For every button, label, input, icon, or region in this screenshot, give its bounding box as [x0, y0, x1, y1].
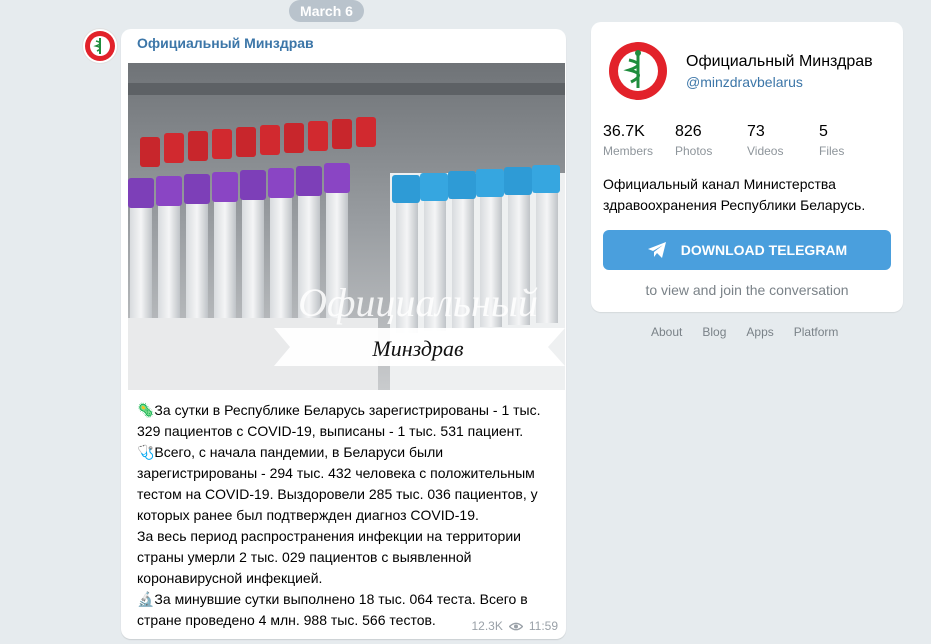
channel-info-card: Официальный Минздрав @minzdravbelarus 36…	[591, 22, 903, 312]
photo-overlay-line2: Минздрав	[371, 336, 464, 361]
stat-value: 826	[675, 123, 702, 140]
stat-label: Files	[819, 144, 845, 158]
message-photo[interactable]: Официальный Минздрав	[128, 63, 565, 390]
stat-members: 36.7K Members	[603, 122, 675, 160]
telegram-plane-icon	[647, 242, 666, 258]
footer-links: About Blog Apps Platform	[651, 325, 858, 339]
footer-link-platform[interactable]: Platform	[794, 325, 839, 339]
download-telegram-label: DOWNLOAD TELEGRAM	[680, 242, 848, 258]
channel-stats: 36.7K Members 826 Photos 73 Videos 5 Fil…	[603, 122, 891, 160]
stat-photos: 826 Photos	[675, 122, 747, 160]
footer-link-apps[interactable]: Apps	[746, 325, 773, 339]
message-paragraph: За весь период распространения инфекции …	[137, 528, 521, 586]
message-time: 11:59	[528, 619, 558, 633]
message-bubble: Официальный Минздрав Официальный Минздра…	[121, 29, 566, 639]
join-hint: to view and join the conversation	[645, 282, 849, 298]
ministry-emblem-icon	[85, 31, 115, 61]
stat-value: 73	[747, 123, 765, 140]
stat-value: 5	[819, 123, 828, 140]
footer-link-about[interactable]: About	[651, 325, 682, 339]
date-pill: March 6	[289, 0, 364, 22]
channel-info-title: Официальный Минздрав	[686, 53, 873, 70]
message-paragraph: 🩺Всего, с начала пандемии, в Беларуси бы…	[137, 444, 538, 523]
message-paragraph: 🦠За сутки в Республике Беларусь зарегист…	[137, 402, 541, 439]
photo-overlay-line1: Официальный	[298, 280, 538, 325]
channel-info-handle[interactable]: @minzdravbelarus	[686, 74, 803, 90]
channel-avatar[interactable]	[82, 28, 118, 64]
channel-info-avatar	[605, 38, 671, 104]
ministry-emblem-icon	[606, 39, 670, 103]
message-text: 🦠За сутки в Республике Беларусь зарегист…	[137, 400, 557, 631]
stat-label: Members	[603, 144, 654, 158]
channel-description: Официальный канал Министерства здравоохр…	[603, 176, 866, 213]
stat-label: Photos	[675, 144, 713, 158]
view-count: 12.3K	[471, 619, 503, 633]
message-channel-name[interactable]: Официальный Минздрав	[137, 35, 314, 51]
footer-link-blog[interactable]: Blog	[702, 325, 726, 339]
download-telegram-button[interactable]: DOWNLOAD TELEGRAM	[603, 230, 891, 270]
eye-icon	[508, 622, 523, 630]
stat-files: 5 Files	[819, 122, 891, 160]
stat-value: 36.7K	[603, 123, 645, 140]
stat-videos: 73 Videos	[747, 122, 819, 160]
message-meta: 12.3K 11:59	[472, 619, 559, 633]
stat-label: Videos	[747, 144, 784, 158]
